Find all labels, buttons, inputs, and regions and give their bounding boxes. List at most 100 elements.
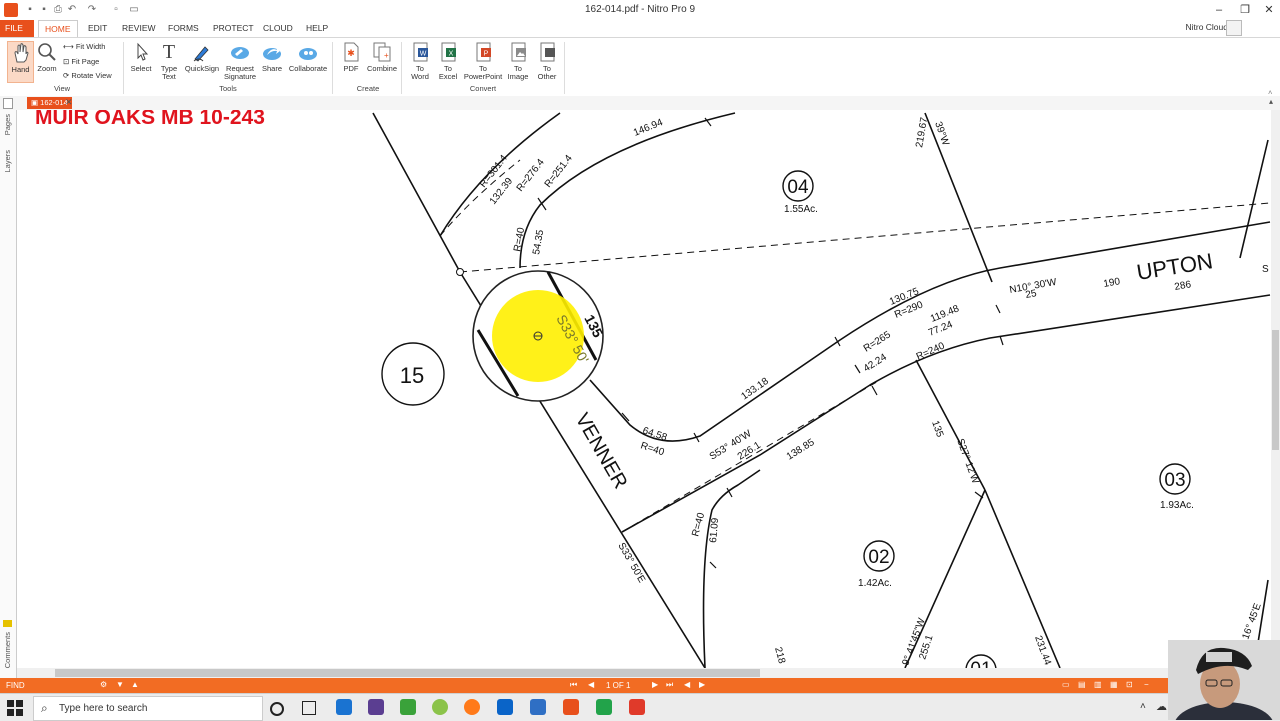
- to-word-button[interactable]: W To Word: [407, 41, 433, 81]
- fit-width-button[interactable]: ⟷ Fit Width: [63, 42, 105, 51]
- system-tray-icon[interactable]: ˄: [1140, 701, 1146, 712]
- zoom-button[interactable]: Zoom: [35, 41, 59, 73]
- horizontal-scroll-thumb[interactable]: [55, 669, 760, 677]
- forward-view-icon[interactable]: ▶: [699, 680, 705, 689]
- layers-panel-tab[interactable]: Layers: [3, 150, 12, 173]
- network-icon[interactable]: ☁: [1156, 700, 1167, 713]
- dimension-label: 138.85: [785, 437, 817, 463]
- lot-number: 15: [400, 363, 424, 388]
- rotate-view-button[interactable]: ⟳ Rotate View: [63, 71, 112, 80]
- next-page-icon[interactable]: ▶: [652, 680, 658, 689]
- type-text-label-2: Text: [162, 72, 176, 81]
- app-icon[interactable]: [596, 699, 612, 715]
- firefox-icon[interactable]: [464, 699, 480, 715]
- find-label[interactable]: FIND: [6, 681, 25, 690]
- account-name[interactable]: Nitro Cloud: [1185, 22, 1228, 32]
- zoom-label: Zoom: [37, 64, 57, 73]
- to-image-button[interactable]: To Image: [505, 41, 531, 81]
- single-page-view-icon[interactable]: ▭: [1062, 680, 1070, 689]
- word-icon: W: [409, 41, 431, 63]
- find-down-icon[interactable]: ▼: [116, 680, 124, 689]
- page-thumbnail-icon[interactable]: [3, 98, 13, 109]
- first-page-icon[interactable]: ⏮: [570, 680, 577, 690]
- taskbar-search-box[interactable]: ⌕ Type here to search: [33, 696, 263, 721]
- settings-icon[interactable]: ⚙: [100, 680, 107, 689]
- back-view-icon[interactable]: ◀: [684, 680, 690, 689]
- dimension-label: 54.35: [531, 229, 546, 256]
- ribbon-separator: [401, 42, 402, 94]
- share-button[interactable]: Share: [259, 41, 285, 73]
- cortana-icon[interactable]: [270, 702, 284, 716]
- to-powerpoint-button[interactable]: P To PowerPoint: [462, 41, 504, 81]
- outlook-icon[interactable]: [497, 699, 513, 715]
- tab-home[interactable]: HOME: [38, 20, 78, 37]
- avatar[interactable]: [1226, 20, 1242, 36]
- dimension-label: 16° 45'E: [1240, 602, 1263, 641]
- parcel-map-drawing: MUIR OAKS MB 10-243 04 1.55Ac. 15 03 1.9…: [35, 110, 1271, 668]
- type-text-button[interactable]: T Type Text: [156, 41, 182, 81]
- to-other-button[interactable]: To Other: [533, 41, 561, 81]
- close-button[interactable]: ✕: [1256, 2, 1280, 18]
- restore-button[interactable]: ❐: [1232, 2, 1258, 18]
- tab-edit[interactable]: EDIT: [82, 20, 113, 37]
- create-pdf-button[interactable]: ✱ PDF: [338, 41, 364, 73]
- remote-desktop-icon[interactable]: [530, 699, 546, 715]
- dimension-label: S27° 12'W: [954, 437, 981, 485]
- page-indicator[interactable]: 1 OF 1: [606, 681, 630, 690]
- street-name-venner: VENNER: [571, 410, 632, 493]
- fit-width-icon: ⟷: [63, 42, 76, 51]
- windows-start-icon[interactable]: [6, 699, 24, 717]
- scroll-up-icon[interactable]: ▴: [1269, 97, 1273, 106]
- comments-panel-tab[interactable]: Comments: [3, 632, 12, 668]
- facing-view-icon[interactable]: ▥: [1094, 680, 1102, 689]
- fit-view-icon[interactable]: ⊡: [1126, 680, 1133, 689]
- tab-help[interactable]: HELP: [300, 20, 334, 37]
- collaborate-button[interactable]: Collaborate: [287, 41, 329, 73]
- combine-button[interactable]: + Combine: [366, 41, 398, 73]
- edge-browser-icon[interactable]: [336, 699, 352, 715]
- group-label-view: View: [53, 84, 71, 93]
- dimension-label: R=265: [862, 329, 893, 354]
- app-icon[interactable]: [629, 699, 645, 715]
- tab-review[interactable]: REVIEW: [116, 20, 162, 37]
- quicksign-button[interactable]: QuickSign: [184, 41, 220, 73]
- ribbon-separator: [332, 42, 333, 94]
- minimize-button[interactable]: –: [1206, 2, 1232, 18]
- select-button[interactable]: Select: [128, 41, 154, 73]
- fit-page-button[interactable]: ⊡ Fit Page: [63, 57, 99, 66]
- find-up-icon[interactable]: ▲: [131, 680, 139, 689]
- continuous-facing-view-icon[interactable]: ▦: [1110, 680, 1118, 689]
- rotate-view-label: Rotate View: [71, 71, 112, 80]
- quickbooks-icon[interactable]: [400, 699, 416, 715]
- document-view[interactable]: MUIR OAKS MB 10-243 04 1.55Ac. 15 03 1.9…: [17, 110, 1271, 668]
- select-label: Select: [130, 64, 152, 73]
- to-excel-button[interactable]: X To Excel: [435, 41, 461, 81]
- zoom-out-icon[interactable]: −: [1144, 680, 1149, 689]
- cloud-signature-icon: [229, 41, 251, 63]
- close-tab-icon[interactable]: ✕: [65, 97, 73, 108]
- app-icon[interactable]: [368, 699, 384, 715]
- dimension-label: R=40: [639, 440, 666, 458]
- hand-button[interactable]: Hand: [7, 41, 34, 83]
- chrome-icon[interactable]: [432, 699, 448, 715]
- to-other-label-2: Other: [537, 72, 557, 81]
- nitro-taskbar-icon[interactable]: [563, 699, 579, 715]
- dimension-label: 286: [1174, 279, 1193, 293]
- combine-icon: +: [371, 41, 393, 63]
- request-signature-button[interactable]: Request Signature: [222, 41, 258, 81]
- fit-page-label: Fit Page: [71, 57, 100, 66]
- tab-forms[interactable]: FORMS: [162, 20, 205, 37]
- tab-protect[interactable]: PROTECT: [207, 20, 260, 37]
- cursor-icon: [130, 41, 152, 63]
- tab-file[interactable]: FILE: [0, 20, 34, 37]
- comment-icon[interactable]: [3, 620, 12, 627]
- vertical-scroll-thumb[interactable]: [1272, 330, 1279, 450]
- tab-cloud[interactable]: CLOUD: [257, 20, 299, 37]
- dimension-label: 218: [772, 646, 787, 665]
- task-view-icon[interactable]: [302, 701, 316, 715]
- collaborate-label: Collaborate: [288, 64, 328, 73]
- continuous-view-icon[interactable]: ▤: [1078, 680, 1086, 689]
- previous-page-icon[interactable]: ◀: [588, 680, 594, 689]
- last-page-icon[interactable]: ⏭: [666, 680, 673, 690]
- pages-panel-tab[interactable]: Pages: [3, 114, 12, 135]
